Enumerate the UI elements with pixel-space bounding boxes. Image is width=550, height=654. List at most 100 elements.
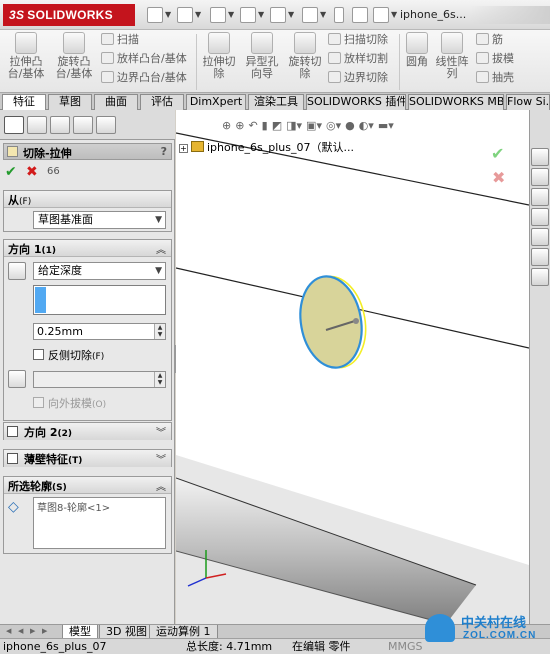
- direction-vector-field[interactable]: [33, 285, 166, 315]
- chevron-down-icon[interactable]: ▼: [228, 7, 234, 23]
- extrude-boss-button[interactable]: 拉伸凸台/基体: [4, 32, 48, 80]
- next-tab-arrow-icon[interactable]: ▶: [30, 627, 35, 635]
- expand-chevron-icon[interactable]: ︾: [156, 424, 166, 439]
- dimxpert-manager-tab-icon[interactable]: [73, 116, 93, 134]
- status-units[interactable]: MMGS: [388, 639, 423, 654]
- confirmation-corner-ok-icon[interactable]: ✔: [491, 144, 504, 163]
- save-icon[interactable]: [210, 7, 226, 23]
- contour-list-item[interactable]: 草图8-轮廓<1>: [37, 503, 110, 514]
- confirmation-corner-cancel-icon[interactable]: ✖: [492, 168, 505, 187]
- print-icon[interactable]: [240, 7, 256, 23]
- revolve-boss-button[interactable]: 旋转凸台/基体: [52, 32, 96, 80]
- open-document-icon[interactable]: [177, 7, 193, 23]
- selected-contours-header[interactable]: 所选轮廓(S) ︽: [4, 477, 171, 494]
- swept-cut-button[interactable]: 扫描切除: [328, 33, 388, 46]
- direction1-section-header[interactable]: 方向 1(1) ︽: [4, 240, 171, 257]
- thin-feature-checkbox[interactable]: [7, 453, 18, 464]
- ok-icon[interactable]: ✔: [5, 164, 17, 180]
- last-tab-arrow-icon[interactable]: ▶: [42, 627, 47, 635]
- file-explorer-icon[interactable]: [531, 208, 549, 226]
- depth-input[interactable]: 0.25mm ▲ ▼: [33, 323, 166, 340]
- extrude-cut-button[interactable]: 拉伸切除: [199, 32, 239, 80]
- expand-chevron-icon[interactable]: ︾: [156, 451, 166, 466]
- graphics-area[interactable]: [176, 110, 529, 624]
- tab-solidworks-mbd[interactable]: SOLIDWORKS MBD: [408, 94, 504, 110]
- selected-contours-list[interactable]: 草图8-轮廓<1>: [33, 497, 166, 549]
- chevron-down-icon[interactable]: ▼: [165, 7, 171, 23]
- revolve-cut-button[interactable]: 旋转切除: [285, 32, 325, 80]
- hide-show-items-icon[interactable]: ◎▾: [326, 119, 341, 132]
- tab-render-tools[interactable]: 渲染工具: [248, 94, 304, 110]
- from-select[interactable]: 草图基准面 ▼: [33, 211, 166, 229]
- first-tab-arrow-icon[interactable]: ◀: [6, 627, 11, 635]
- spin-arrows-icon[interactable]: ▲ ▼: [154, 324, 165, 339]
- draft-toggle-icon[interactable]: [8, 370, 26, 388]
- chevron-down-icon[interactable]: ▼: [195, 7, 201, 23]
- hole-wizard-button[interactable]: 异型孔向导: [242, 32, 282, 80]
- direction2-checkbox[interactable]: [7, 426, 18, 437]
- boundary-cut-button[interactable]: 边界切除: [328, 71, 388, 84]
- previous-view-icon[interactable]: ↶: [248, 119, 257, 132]
- tab-3d-view[interactable]: 3D 视图: [99, 625, 154, 639]
- end-condition-select[interactable]: 给定深度 ▼: [33, 262, 166, 280]
- from-section-header[interactable]: 从(F): [4, 191, 171, 208]
- new-document-icon[interactable]: [147, 7, 163, 23]
- rib-button[interactable]: 筋: [476, 33, 503, 46]
- dynamic-annotation-icon[interactable]: ◩: [272, 119, 282, 132]
- tab-motion-study[interactable]: 运动算例 1: [149, 625, 218, 639]
- chevron-down-icon[interactable]: ▼: [391, 7, 397, 23]
- tab-dimxpert[interactable]: DimXpert: [186, 94, 246, 110]
- tree-root-label[interactable]: iphone_6s_plus_07（默认...: [207, 141, 354, 154]
- tab-solidworks-addins[interactable]: SOLIDWORKS 插件: [306, 94, 406, 110]
- select-arrow-icon[interactable]: [302, 7, 318, 23]
- chevron-down-icon[interactable]: ▼: [258, 7, 264, 23]
- tab-model[interactable]: 模型: [62, 625, 98, 639]
- loft-boss-button[interactable]: 放样凸台/基体: [101, 52, 187, 65]
- display-manager-tab-icon[interactable]: [96, 116, 116, 134]
- preview-glasses-icon[interactable]: 66: [47, 166, 63, 178]
- view-palette-icon[interactable]: [531, 228, 549, 246]
- edit-appearance-icon[interactable]: ●: [345, 119, 355, 132]
- tab-flow-simulation[interactable]: Flow Si...: [506, 94, 550, 110]
- design-library-icon[interactable]: [531, 188, 549, 206]
- resources-icon[interactable]: [531, 168, 549, 186]
- view-orientation-icon[interactable]: ◨▾: [286, 119, 302, 132]
- cancel-icon[interactable]: ✖: [26, 164, 38, 180]
- draft-outward-checkbox[interactable]: [33, 397, 44, 408]
- tab-features[interactable]: 特征: [2, 94, 46, 111]
- undo-icon[interactable]: [270, 7, 286, 23]
- solidworks-logo[interactable]: 3S SOLIDWORKS: [3, 4, 135, 26]
- spin-arrows-icon[interactable]: ▲ ▼: [154, 372, 165, 387]
- file-properties-icon[interactable]: [352, 7, 368, 23]
- feature-manager-tab-icon[interactable]: [4, 116, 24, 134]
- collapse-chevron-icon[interactable]: ︽: [156, 478, 166, 493]
- lofted-cut-button[interactable]: 放样切割: [328, 52, 388, 65]
- fillet-button[interactable]: 圆角: [402, 32, 432, 68]
- expand-tree-icon[interactable]: +: [179, 144, 188, 153]
- collapse-chevron-icon[interactable]: ︽: [156, 241, 166, 256]
- thin-feature-section-header[interactable]: 薄壁特征(T) ︾: [4, 450, 171, 467]
- property-manager-tab-icon[interactable]: [27, 116, 47, 134]
- linear-pattern-button[interactable]: 线性阵列: [434, 32, 470, 80]
- flip-side-checkbox[interactable]: [33, 349, 44, 360]
- zoom-area-icon[interactable]: ⊕: [235, 119, 244, 132]
- shell-button[interactable]: 抽壳: [476, 71, 514, 84]
- rebuild-icon[interactable]: [334, 7, 344, 23]
- prev-tab-arrow-icon[interactable]: ◀: [18, 627, 23, 635]
- configuration-manager-tab-icon[interactable]: [50, 116, 70, 134]
- draft-button[interactable]: 拔模: [476, 52, 514, 65]
- direction2-section-header[interactable]: 方向 2(2) ︾: [4, 423, 171, 440]
- section-view-icon[interactable]: ▮: [262, 119, 268, 132]
- custom-properties-icon[interactable]: [531, 268, 549, 286]
- chevron-down-icon[interactable]: ▼: [288, 7, 294, 23]
- tab-sketch[interactable]: 草图: [48, 94, 92, 110]
- draft-angle-input[interactable]: ▲ ▼: [33, 371, 166, 388]
- apply-scene-icon[interactable]: ◐▾: [359, 119, 374, 132]
- sweep-button[interactable]: 扫描: [101, 33, 139, 46]
- tab-surfaces[interactable]: 曲面: [94, 94, 138, 110]
- display-style-icon[interactable]: ▣▾: [306, 119, 322, 132]
- tab-evaluate[interactable]: 评估: [140, 94, 184, 110]
- help-icon[interactable]: ?: [161, 145, 167, 158]
- home-icon[interactable]: [531, 148, 549, 166]
- zoom-to-fit-icon[interactable]: ⊕: [222, 119, 231, 132]
